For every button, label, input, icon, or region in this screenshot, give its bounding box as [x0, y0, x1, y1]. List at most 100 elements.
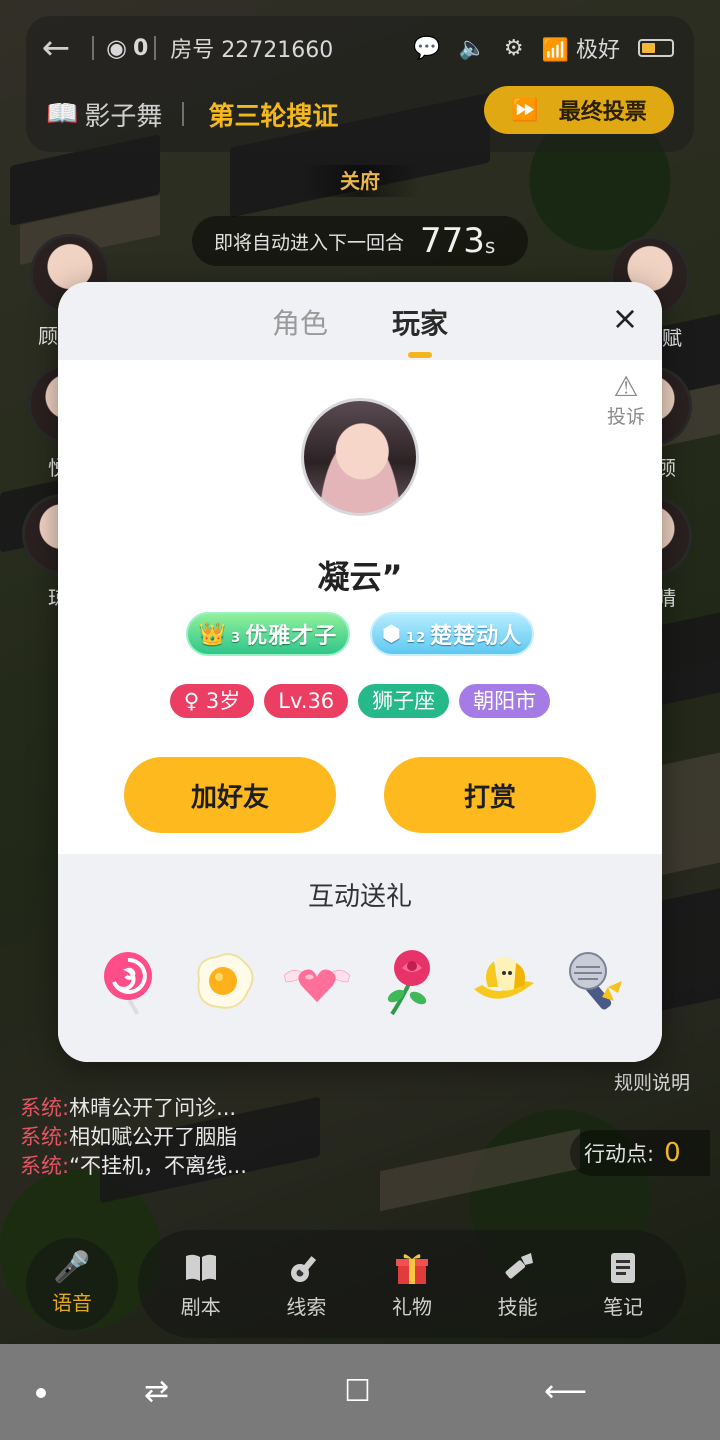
wifi-signal: 📶 极好 [542, 32, 620, 64]
script-name: 影子舞 [84, 101, 163, 132]
badge-level: 12 [406, 631, 427, 646]
action-points-value: 0 [664, 1138, 681, 1168]
badge-label: 优雅才子 [245, 624, 338, 649]
system-chat-log: 系统:林晴公开了问诊... 系统:相如赋公开了胭脂 系统:“不挂机，不离线... [20, 1094, 247, 1181]
chat-prefix: 系统: [20, 1096, 70, 1120]
system-navigation-bar: ⇄ ☐ ⟵ [0, 1344, 720, 1440]
back-arrow-icon[interactable]: ← [26, 28, 86, 68]
countdown-unit: s [484, 234, 496, 258]
badge-label: 楚楚动人 [430, 624, 523, 649]
dock-item-script[interactable]: 剧本 [161, 1249, 241, 1320]
profile-tags: ♀ 3岁 Lv.36 狮子座 朝阳市 [58, 684, 662, 718]
badge-level: 3 [231, 631, 242, 646]
key-icon [266, 1249, 346, 1287]
battery-icon [638, 39, 674, 57]
report-label: 投诉 [606, 406, 645, 428]
modal-header: 角色 玩家 × [58, 282, 662, 360]
dock-label: 剧本 [180, 1294, 221, 1319]
home-square-icon[interactable]: ☐ [344, 1374, 371, 1409]
location-tag: 关府 [300, 165, 420, 197]
tab-role[interactable]: 角色 [272, 302, 328, 342]
round-countdown: 即将自动进入下一回合 773 s [192, 216, 528, 266]
back-arrow-icon[interactable]: ⟵ [544, 1374, 587, 1409]
banana-icon[interactable] [468, 946, 540, 1018]
add-friend-button[interactable]: 加好友 [124, 757, 336, 833]
dock-item-gifts[interactable]: 礼物 [372, 1249, 452, 1320]
female-icon: ♀ [183, 689, 200, 713]
gear-icon[interactable]: ⚙ [504, 36, 524, 61]
gift-box-icon [372, 1249, 452, 1287]
crown-icon: 👑 [198, 621, 228, 647]
side-label: 顾 [38, 324, 58, 348]
round-title: 第三轮搜证 [208, 101, 339, 132]
star-hexagon-icon: ⬢ [381, 621, 403, 647]
fast-forward-icon: ⏩ [511, 97, 539, 123]
lollipop-icon[interactable] [94, 946, 166, 1018]
chat-line: 系统:“不挂机，不离线... [20, 1152, 247, 1181]
dock-item-clues[interactable]: 线索 [266, 1249, 346, 1320]
dock-label: 礼物 [391, 1294, 432, 1319]
voice-button[interactable]: 🎤 语音 [26, 1238, 118, 1330]
flashlight-icon [478, 1249, 558, 1287]
tag-age-value: 3岁 [205, 689, 241, 713]
fried-egg-icon[interactable] [188, 946, 260, 1018]
dock-label: 笔记 [603, 1294, 644, 1319]
action-points: 行动点: 0 [570, 1130, 710, 1176]
final-vote-label: 最终投票 [558, 100, 647, 125]
gift-title: 互动送礼 [307, 882, 412, 912]
player-avatar [301, 398, 419, 516]
dock-item-skills[interactable]: 技能 [478, 1249, 558, 1320]
report-button[interactable]: ⚠ 投诉 [598, 372, 654, 429]
dock-label: 技能 [497, 1294, 538, 1319]
speaker-icon[interactable]: 🔈 [458, 36, 485, 61]
network-quality: 极好 [575, 38, 620, 63]
voice-label: 语音 [52, 1291, 92, 1315]
active-tab-indicator [408, 352, 432, 358]
countdown-text: 即将自动进入下一回合 [214, 231, 405, 254]
chat-line: 系统:林晴公开了问诊... [20, 1094, 247, 1123]
microphone-icon[interactable] [562, 946, 634, 1018]
chat-text: “不挂机，不离线... [69, 1154, 247, 1178]
chat-text: 相如赋公开了胭脂 [69, 1125, 238, 1149]
gift-area: 互动送礼 [58, 854, 662, 1062]
wifi-icon: 📶 [541, 38, 569, 63]
chat-prefix: 系统: [20, 1154, 70, 1178]
badge-elegant-talent: 👑 3 优雅才子 [186, 612, 350, 656]
microphone-icon: 🎤 [53, 1250, 91, 1285]
eye-icon: ◉ [106, 34, 127, 62]
gift-list [94, 946, 634, 1018]
winged-heart-icon[interactable] [281, 946, 353, 1018]
dock-label: 线索 [286, 1294, 327, 1319]
divider [182, 102, 185, 126]
book-icon [161, 1249, 241, 1287]
tag-age: ♀ 3岁 [169, 684, 255, 718]
chat-line: 系统:相如赋公开了胭脂 [20, 1123, 247, 1152]
dot-icon[interactable] [36, 1388, 46, 1398]
action-points-label: 行动点: [584, 1142, 655, 1166]
tab-player[interactable]: 玩家 [392, 302, 448, 342]
tag-zodiac: 狮子座 [358, 684, 450, 718]
notes-icon [583, 1249, 663, 1287]
tag-level: Lv.36 [264, 684, 349, 718]
room-number: 房号 22721660 [170, 38, 334, 63]
tag-city: 朝阳市 [459, 684, 551, 718]
warning-icon: ⚠ [613, 370, 639, 403]
side-label: 赋 [662, 326, 682, 350]
rules-link[interactable]: 规则说明 [614, 1068, 690, 1095]
badge-charming: ⬢ 12 楚楚动人 [370, 612, 534, 656]
bottom-dock: 剧本 线索 礼物 技能 笔记 [138, 1230, 686, 1338]
dock-item-notes[interactable]: 笔记 [583, 1249, 663, 1320]
final-vote-button[interactable]: ⏩ 最终投票 [484, 86, 674, 134]
chat-bubble-icon[interactable]: 💬 [413, 36, 440, 61]
chat-prefix: 系统: [20, 1125, 70, 1149]
countdown-value: 773 [420, 221, 485, 261]
divider [154, 36, 157, 60]
rose-icon[interactable] [375, 946, 447, 1018]
chat-text: 林晴公开了问诊... [69, 1096, 237, 1120]
viewer-count: 0 [132, 35, 149, 61]
switch-arrows-icon[interactable]: ⇄ [144, 1374, 169, 1409]
player-profile-modal: 角色 玩家 × ⚠ 投诉 凝云” 👑 3 优雅才子 ⬢ 12 楚楚动人 ♀ 3岁… [58, 282, 662, 1062]
tip-button[interactable]: 打赏 [384, 757, 596, 833]
close-icon[interactable]: × [603, 296, 647, 340]
top-bar: ← ◉ 0 房号 22721660 💬 🔈 ⚙ 📶 极好 📖 影子舞 第三轮搜证… [26, 16, 694, 152]
